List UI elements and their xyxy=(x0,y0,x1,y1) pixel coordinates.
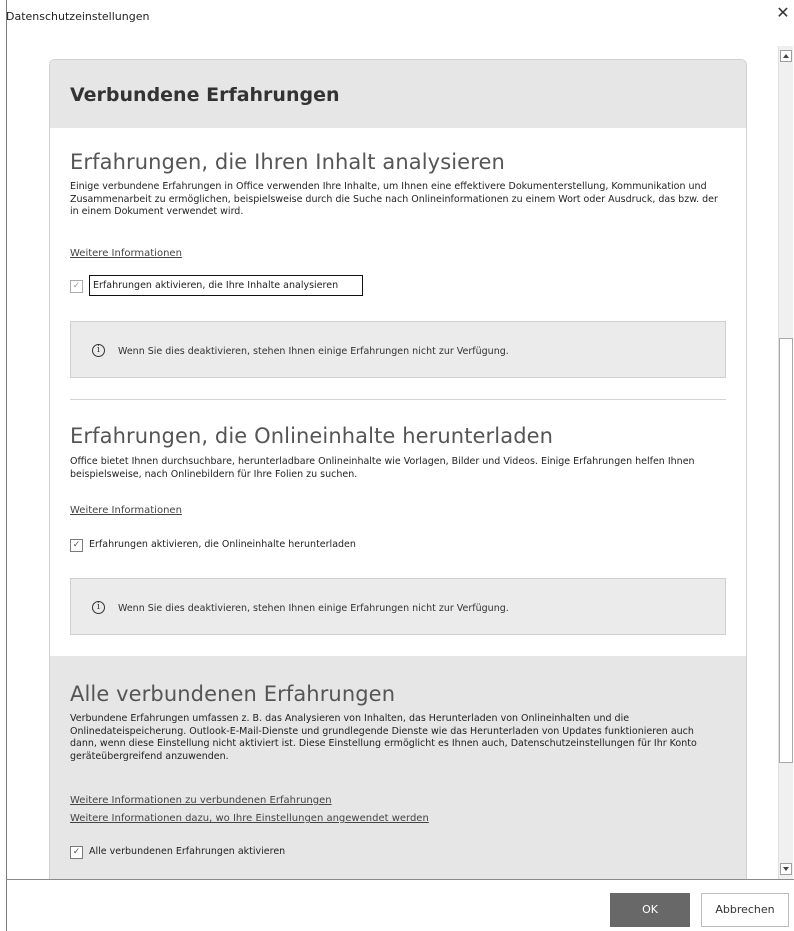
section-heading-all: Alle verbundenen Erfahrungen xyxy=(70,682,396,706)
section-heading-download: Erfahrungen, die Onlineinhalte herunterl… xyxy=(70,424,554,448)
info-text-download: Wenn Sie dies deaktivieren, stehen Ihnen… xyxy=(118,603,509,614)
all-connected-section: Alle verbundenen Erfahrungen Verbundene … xyxy=(50,656,746,879)
more-info-link-analyze[interactable]: Weitere Informationen xyxy=(70,248,182,259)
more-info-link-connected[interactable]: Weitere Informationen zu verbundenen Erf… xyxy=(70,795,332,806)
info-box-download: i Wenn Sie dies deaktivieren, stehen Ihn… xyxy=(70,578,726,635)
checkbox-label-download[interactable]: Erfahrungen aktivieren, die Onlineinhalt… xyxy=(89,539,356,550)
section-description-all: Verbundene Erfahrungen umfassen z. B. da… xyxy=(70,713,697,762)
section-divider xyxy=(70,399,726,400)
checkbox-label-all[interactable]: Alle verbundenen Erfahrungen aktivieren xyxy=(89,846,285,857)
section-heading-analyze: Erfahrungen, die Ihren Inhalt analysiere… xyxy=(70,150,505,174)
ok-button[interactable]: OK xyxy=(610,893,690,927)
info-icon: i xyxy=(92,601,105,614)
section-description-analyze: Einige verbundene Erfahrungen in Office … xyxy=(70,181,718,217)
more-info-link-download[interactable]: Weitere Informationen xyxy=(70,505,182,516)
card-header: Verbundene Erfahrungen xyxy=(50,60,746,128)
more-info-link-settings-scope[interactable]: Weitere Informationen dazu, wo Ihre Eins… xyxy=(70,813,429,824)
info-box-analyze: i Wenn Sie dies deaktivieren, stehen Ihn… xyxy=(70,321,726,378)
checkbox-analyze[interactable]: ✓ xyxy=(70,280,83,293)
scrollbar-thumb[interactable] xyxy=(779,338,793,763)
scroll-down-arrow-icon[interactable] xyxy=(780,863,792,875)
scroll-area[interactable]: Verbundene Erfahrungen Erfahrungen, die … xyxy=(6,40,794,880)
card-title: Verbundene Erfahrungen xyxy=(70,84,340,106)
vertical-scrollbar[interactable] xyxy=(778,46,793,879)
section-description-download: Office bietet Ihnen durchsuchbare, herun… xyxy=(70,456,695,480)
checkbox-all[interactable]: ✓ xyxy=(70,846,83,859)
info-icon: i xyxy=(92,344,105,357)
window-title: Datenschutzeinstellungen xyxy=(6,10,150,23)
connected-experiences-card: Verbundene Erfahrungen Erfahrungen, die … xyxy=(49,59,747,879)
checkbox-label-analyze[interactable]: Erfahrungen aktivieren, die Ihre Inhalte… xyxy=(93,280,338,291)
checkbox-download[interactable]: ✓ xyxy=(70,539,83,552)
close-icon[interactable]: ✕ xyxy=(774,4,792,22)
info-text-analyze: Wenn Sie dies deaktivieren, stehen Ihnen… xyxy=(118,346,509,357)
scroll-up-arrow-icon[interactable] xyxy=(780,50,792,62)
cancel-button[interactable]: Abbrechen xyxy=(701,893,789,927)
